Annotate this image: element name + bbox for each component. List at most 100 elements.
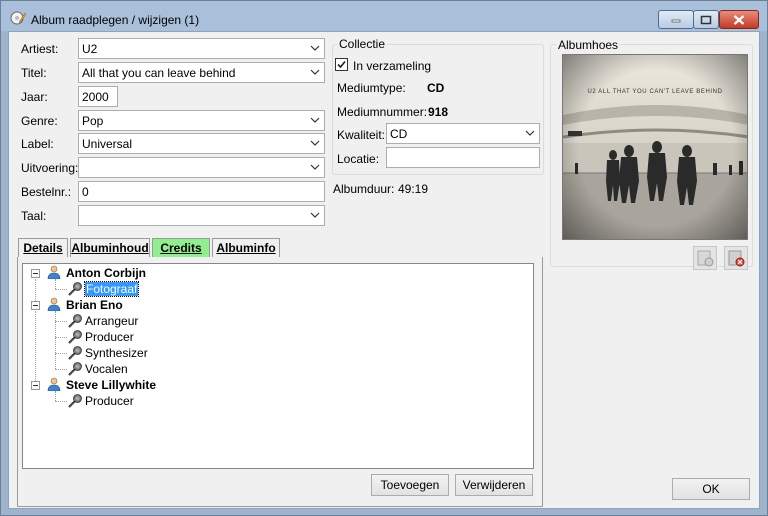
- language-combo[interactable]: [78, 205, 325, 226]
- chevron-down-icon: [310, 140, 320, 146]
- record-label-combo[interactable]: Universal: [78, 133, 325, 154]
- record-label-label: Label:: [21, 137, 54, 151]
- role-label: Arrangeur: [85, 314, 139, 328]
- album-edit-icon: [10, 11, 26, 25]
- title-bar[interactable]: Album raadplegen / wijzigen (1): [1, 1, 767, 31]
- add-button[interactable]: Toevoegen: [371, 474, 449, 496]
- tree-person-node[interactable]: Anton Corbijn: [23, 265, 523, 281]
- collapse-icon[interactable]: [31, 381, 40, 390]
- image-delete-icon: [728, 250, 745, 267]
- chevron-down-icon: [310, 164, 320, 170]
- chevron-down-icon: [310, 69, 320, 75]
- checkmark-icon: [337, 60, 346, 69]
- tree-connector: [55, 279, 56, 289]
- person-name: Brian Eno: [66, 298, 123, 312]
- ok-button[interactable]: OK: [672, 478, 750, 500]
- person-icon: [47, 297, 61, 314]
- in-collection-checkbox[interactable]: [335, 58, 348, 71]
- close-icon: [733, 14, 745, 25]
- role-label: Fotograaf: [83, 281, 140, 297]
- close-button[interactable]: [719, 10, 759, 29]
- quality-combo[interactable]: CD: [386, 123, 540, 144]
- title-value: All that you can leave behind: [82, 66, 236, 80]
- location-input[interactable]: [386, 147, 540, 168]
- year-value: 2000: [82, 90, 109, 104]
- language-label: Taal:: [21, 209, 47, 223]
- person-name: Anton Corbijn: [66, 266, 146, 280]
- role-label: Vocalen: [85, 362, 128, 376]
- media-number-label: Mediumnummer:: [337, 105, 428, 119]
- person-icon: [47, 377, 61, 394]
- minimize-button[interactable]: [658, 10, 694, 29]
- role-label: Producer: [85, 394, 134, 408]
- quality-label: Kwaliteit:: [337, 128, 386, 142]
- role-label: Synthesizer: [85, 346, 148, 360]
- media-number-value: 918: [428, 105, 449, 119]
- minimize-icon: [671, 19, 681, 22]
- tree-role-node[interactable]: Arrangeur: [23, 313, 523, 329]
- tree-connector: [35, 311, 36, 383]
- delete-cover-button[interactable]: [724, 246, 748, 270]
- genre-combo[interactable]: Pop: [78, 110, 325, 131]
- album-duration-value: 49:19: [398, 182, 429, 196]
- genre-label: Genre:: [21, 114, 58, 128]
- location-label: Locatie:: [337, 152, 380, 166]
- cover-text: U2 ALL THAT YOU CAN'T LEAVE BEHIND: [587, 89, 723, 95]
- edition-label: Uitvoering:: [21, 161, 79, 175]
- tree-role-node[interactable]: Vocalen: [23, 361, 523, 377]
- record-label-value: Universal: [82, 137, 133, 151]
- order-number-input[interactable]: 0: [78, 181, 325, 202]
- year-input[interactable]: 2000: [78, 86, 118, 107]
- load-cover-button[interactable]: [693, 246, 717, 270]
- dialog-client-area: Artiest: U2 Titel: All that you can leav…: [8, 31, 760, 509]
- album-duration-label: Albumduur:: [333, 182, 395, 196]
- tree-person-node[interactable]: Steve Lillywhite: [23, 377, 523, 393]
- media-type-label: Mediumtype:: [337, 81, 406, 95]
- cover-group-title: Albumhoes: [556, 38, 621, 52]
- media-type-value: CD: [427, 81, 445, 95]
- maximize-icon: [700, 15, 712, 24]
- role-label: Producer: [85, 330, 134, 344]
- quality-value: CD: [390, 127, 408, 141]
- tab-details[interactable]: Details: [18, 238, 68, 258]
- album-cover-image: U2 ALL THAT YOU CAN'T LEAVE BEHIND: [562, 54, 748, 240]
- genre-value: Pop: [82, 114, 104, 128]
- person-name: Steve Lillywhite: [66, 378, 157, 392]
- chevron-down-icon: [310, 45, 320, 51]
- window-title: Album raadplegen / wijzigen (1): [31, 13, 200, 27]
- microphone-icon: [67, 393, 83, 412]
- tab-albuminhoud[interactable]: Albuminhoud: [70, 238, 150, 258]
- tab-albuminfo[interactable]: Albuminfo: [212, 238, 280, 258]
- collection-group-title: Collectie: [337, 37, 388, 51]
- remove-button[interactable]: Verwijderen: [455, 474, 533, 496]
- collapse-icon[interactable]: [31, 301, 40, 310]
- title-label: Titel:: [21, 66, 47, 80]
- image-add-icon: [697, 250, 714, 267]
- year-label: Jaar:: [21, 90, 48, 104]
- tree-role-node[interactable]: Producer: [23, 329, 523, 345]
- tree-connector: [55, 311, 56, 369]
- order-number-label: Bestelnr.:: [21, 185, 72, 199]
- chevron-down-icon: [310, 212, 320, 218]
- tree-role-node[interactable]: Producer: [23, 393, 523, 409]
- cover-photo: [563, 55, 747, 239]
- tree-role-node[interactable]: Synthesizer: [23, 345, 523, 361]
- person-icon: [47, 265, 61, 282]
- collapse-icon[interactable]: [31, 269, 40, 278]
- dialog-window: Album raadplegen / wijzigen (1) Artiest:…: [0, 0, 768, 516]
- artist-label: Artiest:: [21, 42, 59, 56]
- chevron-down-icon: [525, 130, 535, 136]
- tree-role-node[interactable]: Fotograaf: [23, 281, 523, 297]
- order-number-value: 0: [82, 185, 89, 199]
- title-combo[interactable]: All that you can leave behind: [78, 62, 325, 83]
- tab-credits[interactable]: Credits: [152, 238, 210, 258]
- in-collection-label: In verzameling: [353, 59, 432, 73]
- credits-tree[interactable]: Anton Corbijn Fotograaf Brian Eno Arrangeur…: [22, 263, 534, 469]
- edition-combo[interactable]: [78, 157, 325, 178]
- tree-connector: [55, 391, 56, 401]
- maximize-button[interactable]: [693, 10, 719, 29]
- artist-value: U2: [82, 42, 98, 56]
- chevron-down-icon: [310, 117, 320, 123]
- tree-person-node[interactable]: Brian Eno: [23, 297, 523, 313]
- artist-combo[interactable]: U2: [78, 38, 325, 59]
